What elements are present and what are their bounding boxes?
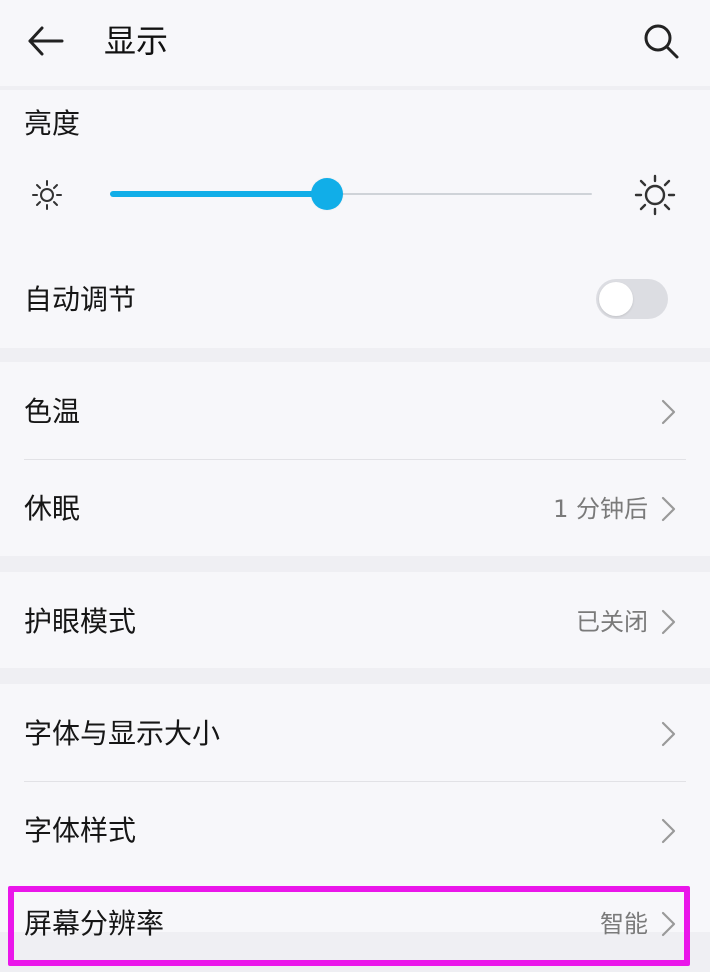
chevron-right-icon [661, 609, 676, 635]
auto-adjust-toggle[interactable] [596, 279, 668, 319]
chevron-right-icon [661, 818, 676, 844]
sun-small-icon [32, 180, 62, 210]
arrow-left-icon [28, 26, 64, 56]
row-font-style[interactable]: 字体样式 [0, 783, 710, 879]
color-temperature-label: 色温 [24, 395, 81, 428]
highlight-box [8, 886, 690, 966]
auto-adjust-label: 自动调节 [24, 283, 137, 316]
row-sleep[interactable]: 休眠 1 分钟后 [0, 461, 710, 557]
row-color-temperature[interactable]: 色温 [0, 364, 710, 460]
search-icon [644, 24, 679, 59]
divider [24, 459, 686, 460]
sleep-value: 1 分钟后 [553, 495, 648, 523]
back-button[interactable] [22, 18, 68, 64]
eye-comfort-value: 已关闭 [576, 608, 648, 636]
slider-thumb[interactable] [311, 178, 343, 210]
search-button[interactable] [638, 18, 684, 64]
row-font-display-size[interactable]: 字体与显示大小 [0, 686, 710, 782]
toggle-knob [599, 282, 633, 316]
chevron-right-icon [661, 399, 676, 425]
eye-comfort-label: 护眼模式 [24, 605, 137, 638]
row-eye-comfort[interactable]: 护眼模式 已关闭 [0, 574, 710, 670]
sun-large-icon [634, 174, 676, 216]
slider-fill [110, 191, 327, 197]
font-style-label: 字体样式 [24, 814, 137, 847]
sleep-label: 休眠 [24, 492, 81, 525]
brightness-title: 亮度 [24, 107, 81, 140]
font-display-size-label: 字体与显示大小 [24, 717, 221, 750]
top-app-bar: 显示 [0, 0, 710, 86]
brightness-slider[interactable] [110, 170, 592, 218]
chevron-right-icon [661, 496, 676, 522]
page-title: 显示 [104, 22, 169, 60]
divider [24, 781, 686, 782]
chevron-right-icon [661, 721, 676, 747]
